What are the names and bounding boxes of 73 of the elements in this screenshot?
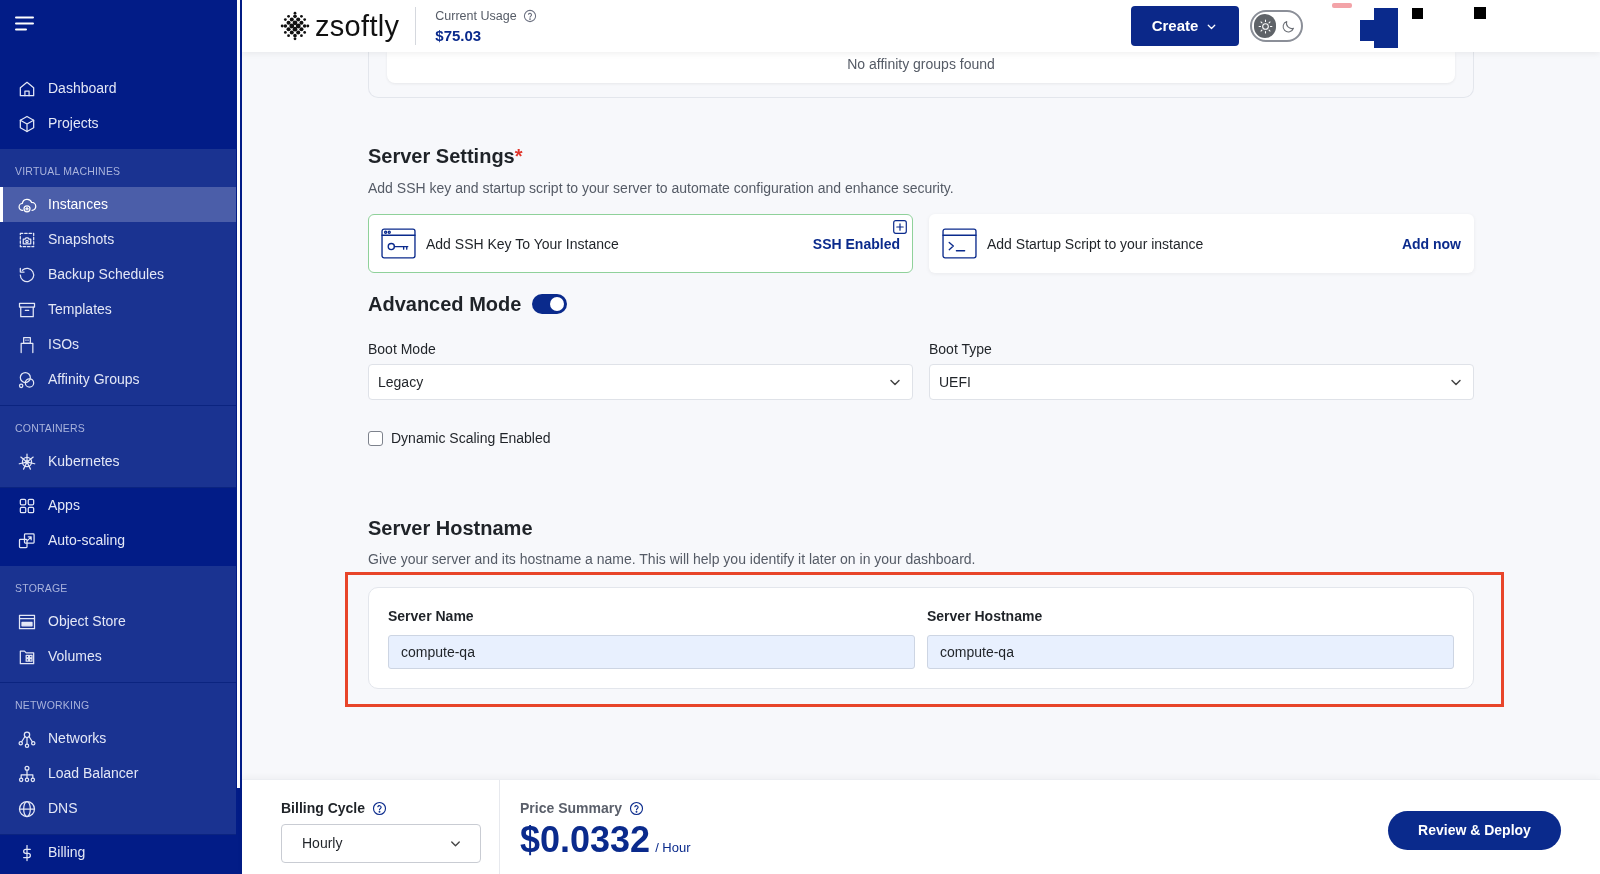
sidebar-item[interactable]: Backup Schedules: [0, 257, 236, 292]
field-label: Boot Type: [929, 340, 993, 358]
create-button[interactable]: Create: [1131, 6, 1239, 46]
hierarchy-icon: [17, 763, 37, 784]
field-label: Server Hostname: [927, 607, 1044, 625]
usage-label: Current Usage: [435, 7, 517, 24]
sidebar-item[interactable]: Auto-scaling: [0, 523, 236, 558]
sun-icon: [1256, 17, 1274, 35]
deploy-button[interactable]: Review & Deploy: [1388, 811, 1561, 850]
squares-arrow-icon: [17, 530, 37, 551]
plus-square-icon: [893, 220, 907, 234]
empty-state-text: No affinity groups found: [847, 55, 995, 74]
window-key-icon: [381, 227, 416, 260]
text-input[interactable]: compute-qa: [388, 635, 915, 669]
theme-toggle[interactable]: [1250, 10, 1303, 42]
checkbox[interactable]: [368, 430, 383, 446]
section-heading: NETWORKING: [14, 698, 91, 713]
sidebar-item[interactable]: Instances: [0, 187, 236, 222]
select-field[interactable]: Legacy: [368, 364, 913, 400]
section-heading: STORAGE: [14, 581, 69, 596]
menu-button[interactable]: [15, 16, 34, 31]
sidebar-item[interactable]: Volumes: [0, 639, 236, 674]
sidebar-item[interactable]: Billing: [0, 835, 236, 870]
card-label: Add Startup Script to your instance: [987, 234, 1204, 253]
sidebar-item[interactable]: Networks: [0, 721, 236, 756]
section-description: Add SSH key and startup script to your server to automate configuration and enhance security.: [368, 179, 955, 197]
sidebar-item[interactable]: Apps: [0, 488, 236, 523]
toggle-switch[interactable]: [532, 294, 568, 314]
field-label: Server Name: [388, 607, 475, 625]
section-title: Server Hostname: [368, 516, 534, 540]
overlapping-circles-icon: [17, 369, 37, 390]
section-title: Server Settings*: [368, 144, 524, 168]
option-card[interactable]: Add Startup Script to your instance Add now: [929, 214, 1474, 273]
logo-text: zsoftly: [315, 9, 400, 43]
section-description: Give your server and its hostname a name. This will help you identify it later on in your dashboard.: [368, 550, 977, 568]
light-mode-button[interactable]: [1254, 14, 1276, 38]
sidebar-item[interactable]: Object Store: [0, 604, 236, 639]
sidebar-item[interactable]: Snapshots: [0, 222, 236, 257]
globe-icon: [17, 798, 37, 819]
dot-grid-logo-icon: [280, 11, 310, 41]
sidebar-item[interactable]: ISOs: [0, 327, 236, 362]
menu-icon: [15, 16, 34, 31]
help-icon: [628, 800, 644, 816]
sidebar-item[interactable]: Kubernetes: [0, 444, 236, 479]
card-action-link[interactable]: SSH Enabled: [812, 234, 900, 253]
card-action-link[interactable]: Add now: [1401, 234, 1461, 253]
option-card[interactable]: Add SSH Key To Your Instance SSH Enabled: [368, 214, 913, 273]
usage-value: $75.03: [435, 26, 483, 45]
price-label: Price Summary: [520, 799, 622, 817]
cube-icon: [17, 113, 37, 134]
sidebar-item[interactable]: Projects: [0, 106, 236, 141]
sidebar-item[interactable]: Affinity Groups: [0, 362, 236, 397]
scrollbar-thumb[interactable]: [237, 0, 240, 788]
field-label: Billing Cycle: [281, 799, 366, 817]
section-title: Advanced Mode: [368, 292, 522, 316]
field-label: Boot Mode: [368, 340, 437, 358]
checkbox-label[interactable]: Dynamic Scaling Enabled: [391, 429, 551, 447]
help-icon: [522, 8, 537, 23]
select-field[interactable]: UEFI: [929, 364, 1474, 400]
price-unit: / Hour: [655, 840, 691, 856]
help-icon: [372, 800, 388, 816]
sidebar-item[interactable]: Load Balancer: [0, 756, 236, 791]
sidebar-item[interactable]: DNS: [0, 791, 236, 826]
select-field[interactable]: Hourly: [281, 824, 481, 863]
terminal-icon: [942, 227, 977, 260]
sidebar-item[interactable]: Templates: [0, 292, 236, 327]
price-amount: $0.0332: [520, 820, 651, 860]
card-label: Add SSH Key To Your Instance: [426, 234, 619, 253]
text-input[interactable]: compute-qa: [927, 635, 1454, 669]
sidebar-item[interactable]: Dashboard: [0, 71, 236, 106]
section-heading: CONTAINERS: [14, 421, 87, 436]
section-heading: VIRTUAL MACHINES: [14, 164, 122, 179]
helm-wheel-icon: [17, 451, 37, 472]
